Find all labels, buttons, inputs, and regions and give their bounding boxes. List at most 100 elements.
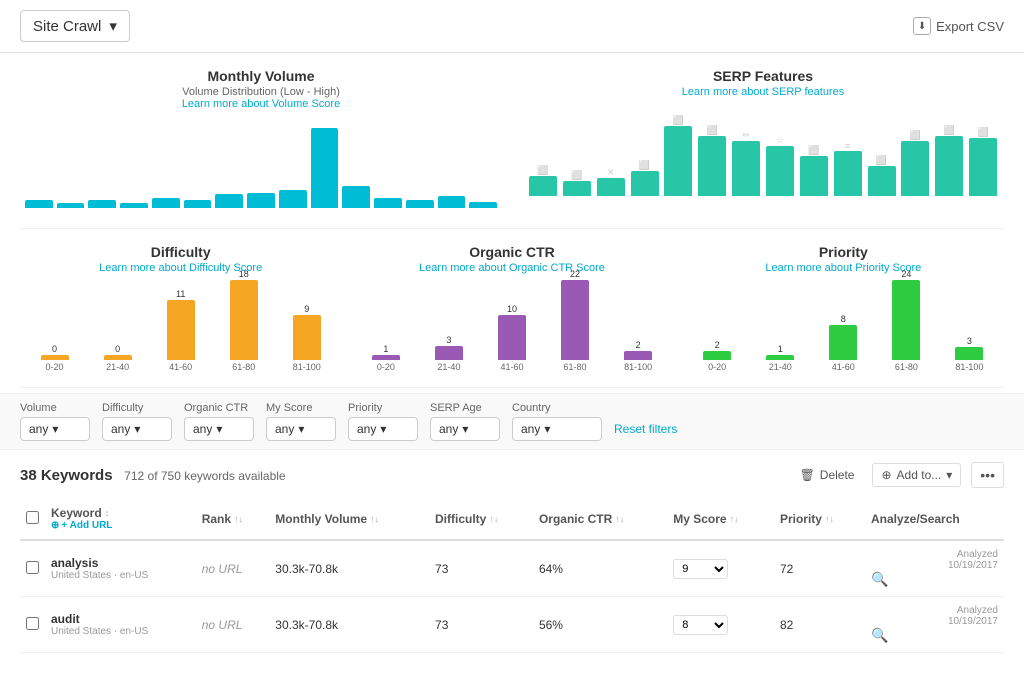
- organic-ctr-bars: 1 0-20 3 21-40 10 41-60 22 61-80 2: [351, 282, 672, 372]
- keyword-cell: analysis United States · en-US: [45, 540, 196, 597]
- keyword-sort-icon[interactable]: ↕: [105, 508, 110, 518]
- difficulty-filter-label: Difficulty: [102, 402, 172, 414]
- bar: [631, 171, 659, 196]
- bar: [901, 141, 929, 196]
- trash-icon: 🗑: [800, 468, 815, 482]
- serp-age-dropdown-icon: ▾: [462, 422, 468, 436]
- row-checkbox[interactable]: [26, 617, 39, 630]
- bar: [892, 280, 920, 360]
- priority-title: Priority: [683, 244, 1004, 260]
- my-score-filter-value: any: [275, 422, 294, 436]
- bar-group: [120, 203, 148, 208]
- add-url-button[interactable]: ⊕ + Add URL: [51, 520, 190, 531]
- difficulty-link[interactable]: Learn more about Difficulty Score: [20, 262, 341, 274]
- serp-icon: ⬜: [876, 155, 887, 166]
- bar-count: 3: [446, 335, 451, 345]
- my-score-cell[interactable]: 9: [667, 540, 774, 597]
- bar: [279, 190, 307, 208]
- volume-filter: Volume any ▾: [20, 402, 90, 441]
- bar: [57, 203, 85, 208]
- bar-group: ⬜: [527, 165, 559, 196]
- site-crawl-dropdown[interactable]: Site Crawl ▾: [20, 10, 130, 42]
- ctr-sort-icon[interactable]: ↑↓: [615, 514, 624, 524]
- country-dropdown-icon: ▾: [544, 422, 550, 436]
- rank-column-header[interactable]: Rank ↑↓: [196, 498, 270, 540]
- my-score-filter-select[interactable]: any ▾: [266, 417, 336, 441]
- my-score-select[interactable]: 8: [673, 615, 728, 635]
- difficulty-filter-select[interactable]: any ▾: [102, 417, 172, 441]
- bar-group: 3 81-100: [940, 336, 999, 372]
- difficulty-bars: 0 0-20 0 21-40 11 41-60 18 61-80 9: [20, 282, 341, 372]
- bar-label: 61-80: [895, 362, 918, 372]
- bar-label: 41-60: [832, 362, 855, 372]
- monthly-volume-value: 30.3k-70.8k: [275, 618, 338, 632]
- my-score-select[interactable]: 9: [673, 559, 728, 579]
- bar: [800, 156, 828, 196]
- serp-age-filter-select[interactable]: any ▾: [430, 417, 500, 441]
- rank-sort-icon[interactable]: ↑↓: [234, 514, 243, 524]
- score-sort-icon[interactable]: ↑↓: [730, 514, 739, 524]
- search-icon[interactable]: 🔍: [871, 571, 888, 587]
- monthly-volume-column-header[interactable]: Monthly Volume ↑↓: [269, 498, 429, 540]
- country-filter: Country any ▾: [512, 402, 602, 441]
- serp-age-filter: SERP Age any ▾: [430, 402, 500, 441]
- priority-filter-select[interactable]: any ▾: [348, 417, 418, 441]
- divider: [20, 387, 1004, 388]
- my-score-column-header[interactable]: My Score ↑↓: [667, 498, 774, 540]
- more-options-button[interactable]: •••: [971, 462, 1004, 488]
- bar-count: 0: [52, 344, 57, 354]
- priority-link[interactable]: Learn more about Priority Score: [683, 262, 1004, 274]
- keyword-column-header: Keyword ↕ ⊕ + Add URL: [45, 498, 196, 540]
- keywords-header: 38 Keywords 712 of 750 keywords availabl…: [20, 462, 1004, 488]
- analyze-search-column-header: Analyze/Search: [865, 498, 1004, 540]
- reset-filters-button[interactable]: Reset filters: [614, 422, 677, 436]
- priority-cell: 82: [774, 597, 865, 653]
- diff-sort-icon[interactable]: ↑↓: [489, 514, 498, 524]
- export-csv-button[interactable]: ⬇ Export CSV: [913, 17, 1004, 35]
- priority-filter-value: any: [357, 422, 376, 436]
- bar: [104, 355, 132, 360]
- difficulty-value: 73: [435, 618, 448, 632]
- bar-group: 22 61-80: [546, 269, 605, 372]
- row-checkbox[interactable]: [26, 561, 39, 574]
- bar-group: 3 21-40: [419, 335, 478, 372]
- select-all-checkbox-header[interactable]: [20, 498, 45, 540]
- my-score-cell[interactable]: 8: [667, 597, 774, 653]
- serp-icon: ⬜: [707, 125, 718, 136]
- country-filter-select[interactable]: any ▾: [512, 417, 602, 441]
- organic-ctr-link[interactable]: Learn more about Organic CTR Score: [351, 262, 672, 274]
- bar-group: [438, 196, 466, 208]
- mv-sort-icon[interactable]: ↑↓: [370, 514, 379, 524]
- monthly-volume-link[interactable]: Learn more about Volume Score: [20, 98, 502, 110]
- organic-ctr-cell: 56%: [533, 597, 667, 653]
- difficulty-column-header[interactable]: Difficulty ↑↓: [429, 498, 533, 540]
- priority-sort-icon[interactable]: ↑↓: [825, 514, 834, 524]
- organic-ctr-column-header[interactable]: Organic CTR ↑↓: [533, 498, 667, 540]
- volume-dropdown-icon: ▾: [52, 422, 58, 436]
- serp-features-link[interactable]: Learn more about SERP features: [522, 86, 1004, 98]
- add-to-button[interactable]: ⊕ Add to... ▾: [872, 463, 961, 487]
- row-checkbox-cell[interactable]: [20, 597, 45, 653]
- bar-count: 10: [507, 304, 517, 314]
- organic-ctr-value: 64%: [539, 562, 563, 576]
- search-icon[interactable]: 🔍: [871, 627, 888, 643]
- bar: [732, 141, 760, 196]
- volume-filter-select[interactable]: any ▾: [20, 417, 90, 441]
- bar: [868, 166, 896, 196]
- bar-group: ⬜: [696, 125, 728, 196]
- organic-ctr-filter-select[interactable]: any ▾: [184, 417, 254, 441]
- bar-count: 2: [715, 340, 720, 350]
- priority-column-header[interactable]: Priority ↑↓: [774, 498, 865, 540]
- site-crawl-title: Site Crawl: [33, 18, 101, 35]
- organic-ctr-filter-value: any: [193, 422, 212, 436]
- delete-button[interactable]: 🗑 Delete: [792, 464, 863, 486]
- keywords-section: 38 Keywords 712 of 750 keywords availabl…: [0, 450, 1024, 665]
- difficulty-cell: 73: [429, 540, 533, 597]
- bar-group: ⬜: [798, 145, 830, 196]
- row-checkbox-cell[interactable]: [20, 540, 45, 597]
- bar-group: ⬜: [967, 127, 999, 196]
- select-all-checkbox[interactable]: [26, 511, 39, 524]
- dropdown-arrow-icon: ▾: [109, 17, 117, 35]
- add-to-arrow-icon: ▾: [946, 468, 952, 482]
- bar-group: 1 0-20: [356, 344, 415, 372]
